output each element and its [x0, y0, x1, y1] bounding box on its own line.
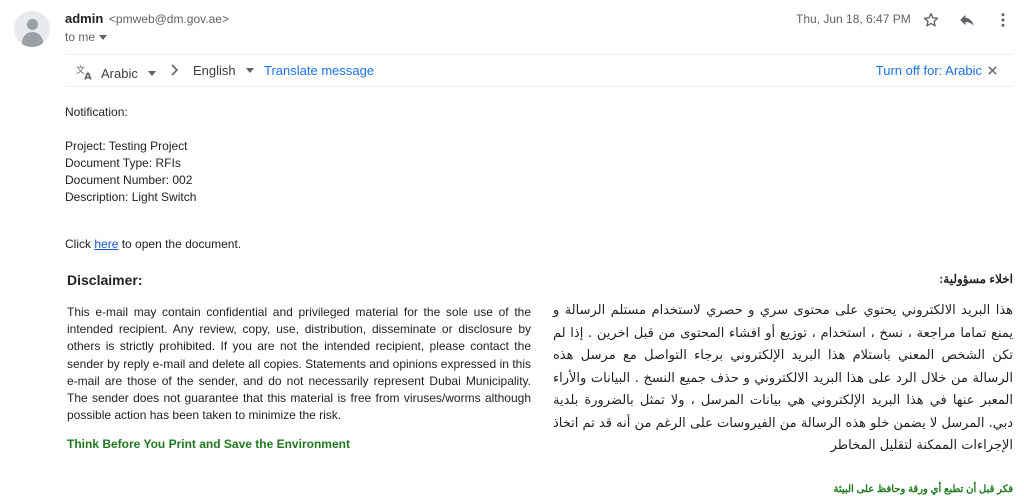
project-line: Project: Testing Project [65, 139, 188, 153]
translate-icon: 文 A [75, 63, 95, 84]
sender-email: <pmweb@dm.gov.ae> [108, 12, 229, 26]
chevron-down-icon [99, 34, 108, 40]
email-date: Thu, Jun 18, 6:47 PM [796, 12, 911, 26]
email-body: Notification: Project: Testing Project D… [65, 104, 241, 253]
arabic-environment-note: فكر قبل أن تطبع أي ورقة وحافظ على البيئة [833, 484, 1013, 495]
environment-note: Think Before You Print and Save the Envi… [67, 437, 350, 451]
avatar [14, 11, 50, 47]
disclaimer-text: This e-mail may contain confidential and… [67, 305, 531, 423]
recipients-toggle[interactable]: to me [65, 30, 108, 44]
source-language-select[interactable]: 文 A Arabic [75, 63, 156, 84]
source-language-label: Arabic [101, 66, 138, 81]
document-type-line: Document Type: RFIs [65, 156, 181, 170]
arabic-disclaimer-title: اخلاء مسؤولية: [939, 272, 1013, 286]
avatar-head [27, 19, 38, 30]
turn-off-translation[interactable]: Turn off for: Arabic [876, 63, 997, 78]
sender-row: admin <pmweb@dm.gov.ae> [65, 11, 229, 26]
translate-message-link[interactable]: Translate message [264, 63, 374, 78]
target-language-label: English [193, 63, 236, 78]
notification-label: Notification: [65, 105, 128, 119]
document-number-line: Document Number: 002 [65, 173, 193, 187]
disclaimer-title: Disclaimer: [67, 272, 143, 288]
translate-bar: 文 A Arabic English Translate message Tur… [65, 54, 1013, 87]
arabic-disclaimer-text: هذا البريد الالكتروني يحتوي على محتوى سر… [553, 303, 1013, 453]
svg-text:A: A [84, 71, 92, 81]
more-vert-icon[interactable] [992, 9, 1014, 31]
click-suffix: to open the document. [118, 237, 242, 251]
to-label: to me [65, 30, 96, 44]
turn-off-link[interactable]: Turn off for: Arabic [876, 63, 982, 78]
reply-icon[interactable] [956, 9, 978, 31]
chevron-right-icon [170, 63, 180, 77]
click-prefix: Click [65, 237, 95, 251]
chevron-down-icon [147, 71, 156, 76]
click-line: Click here to open the document. [65, 236, 241, 253]
description-line: Description: Light Switch [65, 190, 197, 204]
chevron-down-icon [245, 68, 254, 73]
open-document-link[interactable]: here [94, 237, 118, 251]
target-language-select[interactable]: English [193, 63, 254, 78]
sender-name[interactable]: admin [65, 11, 103, 26]
star-icon[interactable] [920, 9, 942, 31]
close-icon[interactable] [988, 63, 997, 78]
avatar-body [22, 32, 43, 47]
